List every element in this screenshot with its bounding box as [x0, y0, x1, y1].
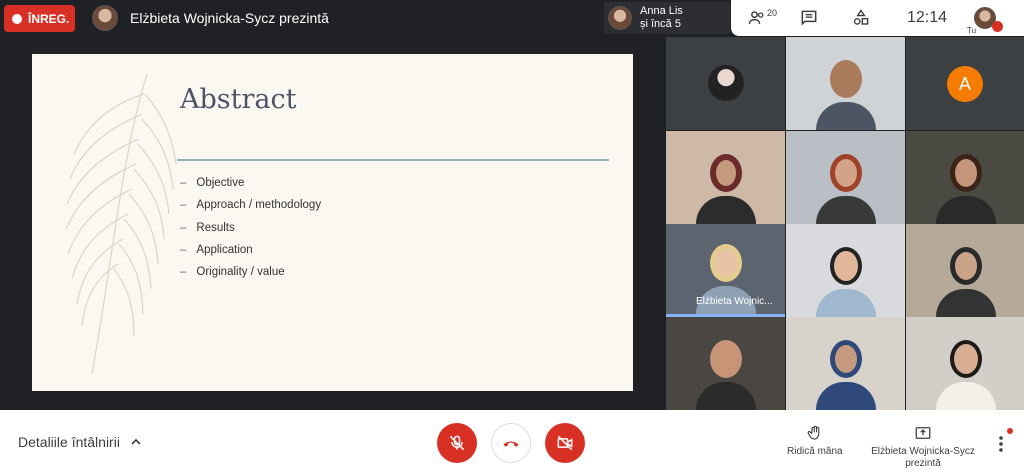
participant-video [935, 154, 996, 224]
activities-button[interactable] [835, 0, 887, 36]
meet-window: ÎNREG. Elżbieta Wojnicka-Sycz prezintă A… [0, 0, 1024, 476]
people-icon [748, 11, 764, 24]
list-item: – Objective [180, 177, 245, 189]
recording-label: ÎNREG. [28, 11, 70, 26]
self-label: Tu [967, 26, 977, 35]
participant-preview-avatar [608, 6, 632, 30]
participant-video [935, 340, 996, 410]
present-now-button[interactable]: Elżbieta Wojnicka-Sycz prezintă [870, 424, 976, 470]
video-tile[interactable] [906, 224, 1024, 317]
meeting-details-button[interactable]: Detaliile întâlnirii [18, 434, 142, 450]
hang-up-icon [503, 441, 519, 447]
presentation-slide: Abstract – Objective – Approach / methodol… [32, 54, 633, 391]
presenter-avatar [92, 5, 118, 31]
shapes-icon [853, 9, 869, 25]
hand-icon [807, 425, 820, 440]
slide-divider [177, 159, 609, 161]
participant-video [695, 154, 756, 224]
slide-bullet-list: – Objective – Approach / methodology – Resu… [180, 177, 321, 288]
video-tile[interactable] [666, 37, 785, 130]
camera-off-icon [557, 435, 573, 451]
list-item: – Originality / value [180, 266, 285, 279]
chevron-up-icon [131, 438, 141, 445]
tile-name: Elżbieta Wojnic... [696, 296, 773, 307]
video-tile-active-speaker[interactable]: Elżbieta Wojnic... [666, 224, 785, 317]
video-tile[interactable]: A [906, 37, 1024, 130]
mic-off-icon [449, 435, 465, 451]
clock: 12:14 [907, 9, 948, 26]
chat-icon [801, 10, 817, 26]
present-label: Elżbieta Wojnicka-Sycz prezintă [871, 446, 975, 470]
more-vertical-icon [999, 436, 1003, 452]
present-label-line2: prezintă [905, 458, 941, 469]
participant-video [935, 247, 996, 317]
muted-icon [992, 21, 1004, 32]
bottom-bar: Detaliile întâlnirii Ridică mâna Elżbiet… [0, 410, 1024, 476]
participant-letter-avatar: A [947, 66, 983, 102]
participants-count: 20 [766, 8, 777, 18]
people-button[interactable]: 20 [731, 0, 783, 36]
meeting-details-label: Detaliile întâlnirii [18, 434, 120, 450]
chat-button[interactable] [783, 0, 835, 36]
top-right-toolbar: 20 12:14 Tu [731, 0, 1024, 36]
video-tile[interactable] [906, 131, 1024, 224]
video-tile[interactable] [906, 317, 1024, 410]
raise-hand-button[interactable]: Ridică mâna [787, 424, 843, 457]
presenter-indicator: Elżbieta Wojnicka-Sycz prezintă [92, 5, 329, 31]
participant-avatar [708, 65, 744, 101]
participant-video [815, 154, 876, 224]
feather-decoration [65, 73, 177, 375]
list-item: – Approach / methodology [180, 199, 322, 212]
participant-preview-name: Anna Lis [640, 5, 683, 17]
presenter-text: Elżbieta Wojnicka-Sycz prezintă [130, 10, 329, 26]
more-options-button[interactable] [991, 428, 1013, 454]
present-screen-icon [915, 427, 931, 439]
video-tile[interactable] [786, 37, 905, 130]
record-dot-icon [12, 13, 22, 24]
camera-toggle-button[interactable] [545, 423, 585, 463]
video-tile[interactable] [666, 317, 785, 410]
video-tile[interactable] [786, 131, 905, 224]
participant-video [815, 60, 876, 130]
participant-video [695, 340, 756, 410]
video-tile[interactable] [666, 131, 785, 224]
recording-badge[interactable]: ÎNREG. [4, 5, 75, 32]
participant-preview[interactable]: Anna Lis și încă 5 [604, 2, 730, 34]
list-item: – Results [180, 221, 235, 234]
microphone-toggle-button[interactable] [437, 423, 477, 463]
video-tile[interactable] [786, 317, 905, 410]
video-tile[interactable] [786, 224, 905, 317]
participant-preview-more: și încă 5 [640, 18, 681, 30]
participant-video [815, 340, 876, 410]
slide-title: Abstract [180, 84, 297, 115]
raise-hand-label: Ridică mâna [787, 446, 843, 457]
participant-video [815, 247, 876, 317]
leave-call-button[interactable] [491, 423, 531, 463]
self-tile[interactable]: Tu [965, 0, 1005, 36]
present-label-line1: Elżbieta Wojnicka-Sycz [871, 446, 975, 457]
notification-dot [1007, 428, 1013, 434]
list-item: – Application [180, 243, 253, 256]
